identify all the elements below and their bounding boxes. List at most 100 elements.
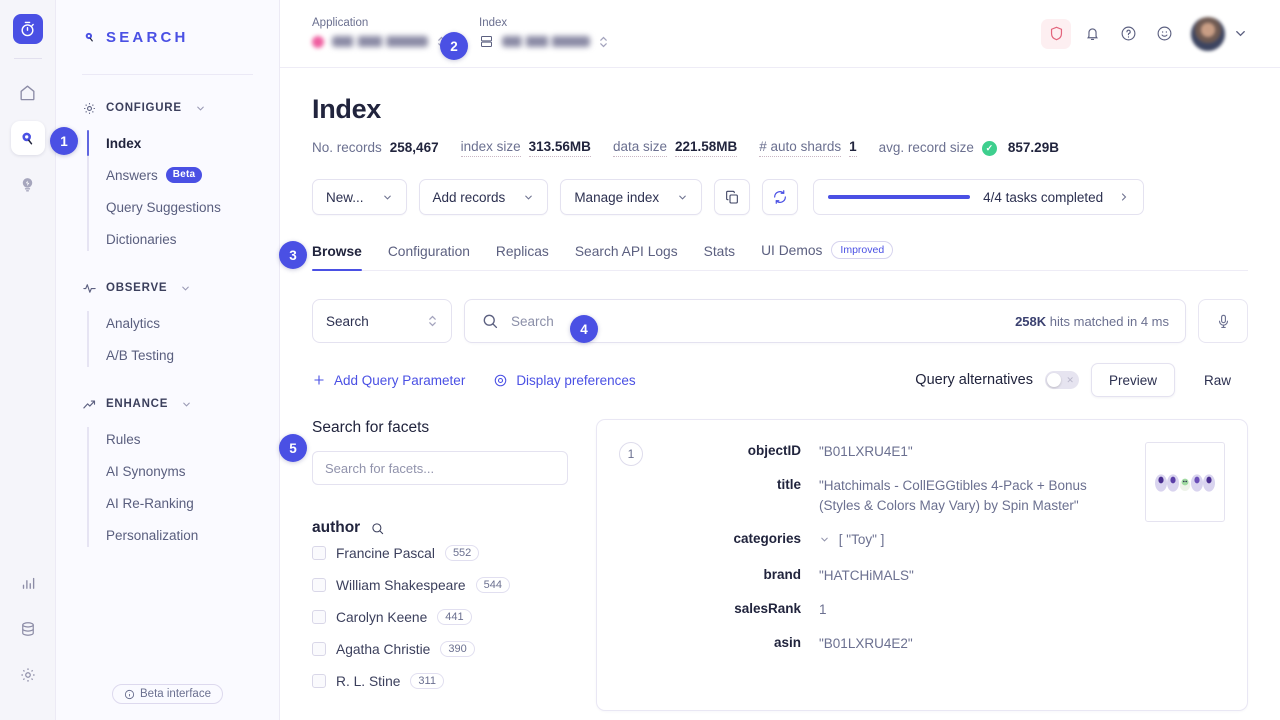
- sidebar-item-answers[interactable]: Answers Beta: [92, 159, 279, 191]
- trend-up-icon: [82, 397, 97, 412]
- record-row: categories [ "Toy" ]: [669, 530, 1125, 552]
- copy-index-button[interactable]: [714, 179, 751, 215]
- rail-item-home[interactable]: [11, 75, 45, 109]
- smiley-icon[interactable]: [1149, 19, 1179, 49]
- facet-label: William Shakespeare: [336, 577, 466, 593]
- nav-group-enhance-header[interactable]: ENHANCE: [56, 393, 279, 415]
- facet-item[interactable]: Francine Pascal 552: [312, 537, 574, 569]
- new-button[interactable]: New...: [312, 179, 407, 215]
- facet-item[interactable]: Agatha Christie 390: [312, 633, 574, 665]
- query-alternatives-toggle[interactable]: ✕: [1044, 371, 1079, 389]
- sidebar-item-query-suggestions[interactable]: Query Suggestions: [92, 191, 279, 223]
- record-value: "B01LXRU4E1": [819, 444, 913, 459]
- chevron-down-icon[interactable]: [819, 536, 833, 547]
- rail-item-data[interactable]: [11, 612, 45, 646]
- index-selector-row[interactable]: [479, 33, 609, 51]
- help-icon[interactable]: [1113, 19, 1143, 49]
- chevron-right-icon: [1118, 191, 1130, 203]
- stat-label-data-size[interactable]: data size: [612, 139, 667, 157]
- bar-chart-icon: [19, 574, 37, 592]
- query-options-row: Add Query Parameter Display preferences …: [312, 363, 1248, 397]
- stat-label-index-size[interactable]: index size: [460, 139, 521, 157]
- chevron-down-icon[interactable]: [1233, 26, 1248, 41]
- rail-item-insights[interactable]: [11, 167, 45, 201]
- step-badge-2: 2: [440, 32, 468, 60]
- manage-index-button[interactable]: Manage index: [560, 179, 703, 215]
- tab-replicas[interactable]: Replicas: [496, 244, 549, 270]
- application-selector-row[interactable]: [312, 33, 447, 51]
- chevron-down-icon: [181, 399, 192, 410]
- search-mode-select[interactable]: Search: [312, 299, 452, 343]
- nav-group-title: CONFIGURE: [106, 102, 182, 114]
- rail-item-settings[interactable]: [11, 658, 45, 692]
- app-logo[interactable]: [12, 14, 43, 44]
- facet-checkbox[interactable]: [312, 674, 326, 688]
- query-alternatives-group: Query alternatives ✕ Preview Raw: [915, 363, 1248, 397]
- sidebar-item-dictionaries[interactable]: Dictionaries: [92, 223, 279, 255]
- nav-group-enhance: ENHANCE Rules AI Synonyms AI Re-Ranking …: [56, 393, 279, 551]
- search-mode-label: Search: [326, 313, 369, 329]
- facet-label: Carolyn Keene: [336, 609, 428, 625]
- tab-configuration[interactable]: Configuration: [388, 244, 470, 270]
- avatar[interactable]: [1191, 16, 1225, 51]
- sidebar-item-ai-synonyms[interactable]: AI Synonyms: [92, 455, 279, 487]
- icon-rail: [0, 0, 56, 720]
- sidebar-item-index[interactable]: Index: [87, 127, 279, 159]
- search-input[interactable]: Search: [511, 314, 554, 329]
- beta-interface-badge[interactable]: Beta interface: [112, 684, 223, 704]
- stat-label-auto-shards[interactable]: # auto shards: [759, 139, 842, 157]
- sidebar-item-personalization[interactable]: Personalization: [92, 519, 279, 551]
- tab-label: UI Demos: [761, 242, 823, 258]
- check-circle-icon: ✓: [981, 140, 997, 156]
- sidebar-item-label: A/B Testing: [106, 347, 175, 363]
- tab-ui-demos[interactable]: UI Demos Improved: [761, 241, 894, 270]
- sidebar-item-rules[interactable]: Rules: [92, 423, 279, 455]
- sidebar-item-ai-re-ranking[interactable]: AI Re-Ranking: [92, 487, 279, 519]
- sidebar-item-analytics[interactable]: Analytics: [92, 307, 279, 339]
- display-preferences-button[interactable]: Display preferences: [493, 373, 636, 388]
- sidebar-item-ab-testing[interactable]: A/B Testing: [92, 339, 279, 371]
- facet-checkbox[interactable]: [312, 610, 326, 624]
- tab-search-api-logs[interactable]: Search API Logs: [575, 244, 678, 270]
- sidebar-item-label: Analytics: [106, 315, 161, 331]
- refresh-button[interactable]: [762, 179, 799, 215]
- preview-view-button[interactable]: Preview: [1090, 363, 1175, 397]
- add-query-parameter-button[interactable]: Add Query Parameter: [312, 373, 465, 388]
- facet-checkbox[interactable]: [312, 546, 326, 560]
- step-badge-5: 5: [279, 434, 307, 462]
- nav-group-configure-header[interactable]: CONFIGURE: [56, 97, 279, 119]
- shield-icon[interactable]: [1041, 18, 1071, 49]
- nav-list-configure: Index Answers Beta Query Suggestions Dic…: [56, 127, 279, 255]
- voice-search-button[interactable]: [1198, 299, 1248, 343]
- facet-checkbox[interactable]: [312, 578, 326, 592]
- sidebar-item-label: Dictionaries: [106, 231, 177, 247]
- tasks-progress-button[interactable]: 4/4 tasks completed: [813, 179, 1145, 215]
- raw-view-button[interactable]: Raw: [1187, 363, 1248, 397]
- index-stepper-icon[interactable]: [598, 33, 609, 51]
- rail-item-analytics[interactable]: [11, 566, 45, 600]
- application-selector[interactable]: Application: [312, 17, 447, 51]
- facet-group-name: author: [312, 519, 361, 536]
- facet-checkbox[interactable]: [312, 642, 326, 656]
- tasks-progress-bar: [828, 195, 971, 199]
- tab-stats[interactable]: Stats: [704, 244, 735, 270]
- rail-item-search[interactable]: [10, 121, 45, 155]
- hits-status: 258K hits matched in 4 ms: [1015, 314, 1169, 329]
- facet-group-author: author: [312, 519, 574, 537]
- search-icon[interactable]: [370, 521, 385, 536]
- search-icon: [481, 312, 499, 330]
- facet-item[interactable]: William Shakespeare 544: [312, 569, 574, 601]
- main-area: Application Index Index No. records 258,…: [280, 0, 1280, 720]
- microphone-icon: [1215, 313, 1232, 330]
- bell-icon[interactable]: [1077, 19, 1107, 49]
- facet-item[interactable]: Carolyn Keene 441: [312, 601, 574, 633]
- index-selector[interactable]: Index: [479, 17, 609, 51]
- tab-browse[interactable]: Browse: [312, 244, 362, 271]
- record-wrapper: 1 objectID "B01LXRU4E1" title "Hatchimal…: [619, 442, 1225, 668]
- facets-search-input[interactable]: Search for facets...: [312, 451, 568, 485]
- sidebar-item-label: AI Re-Ranking: [106, 495, 194, 511]
- facet-item[interactable]: R. L. Stine 311: [312, 665, 574, 697]
- sidebar: SEARCH CONFIGURE Index Answers Beta Quer…: [56, 0, 280, 720]
- add-records-button[interactable]: Add records: [418, 179, 549, 215]
- nav-group-observe-header[interactable]: OBSERVE: [56, 277, 279, 299]
